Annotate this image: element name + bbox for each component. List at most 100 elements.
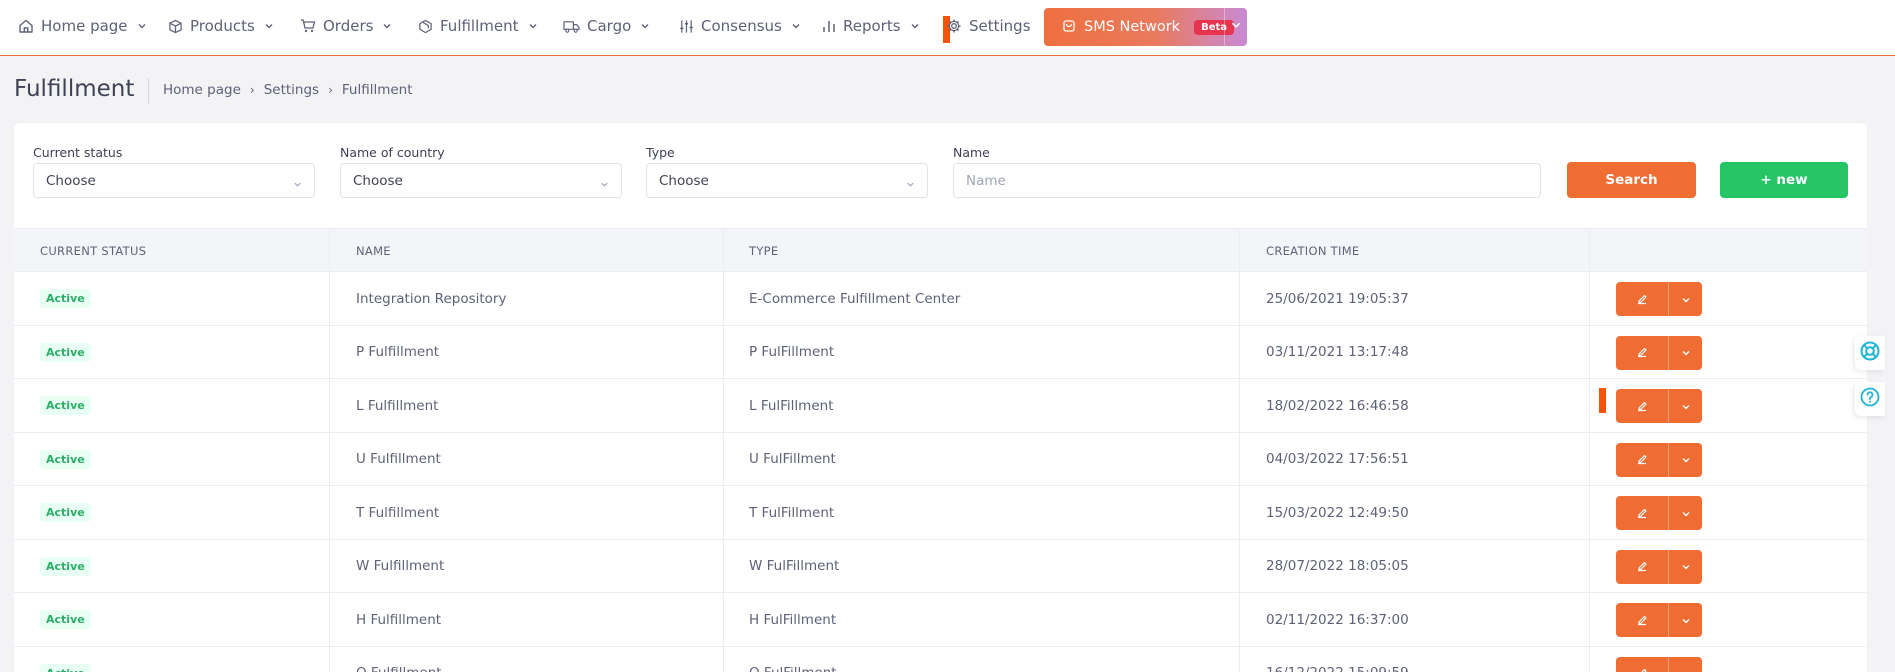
name-input[interactable] bbox=[953, 163, 1541, 198]
status-badge: Active bbox=[40, 663, 91, 672]
sms-network-button[interactable]: SMS Network Beta bbox=[1044, 8, 1247, 46]
breadcrumb-settings[interactable]: Settings bbox=[264, 82, 319, 98]
row-actions bbox=[1616, 496, 1702, 530]
nav-consensus[interactable]: Consensus bbox=[679, 0, 801, 52]
actions-dropdown-button[interactable] bbox=[1668, 549, 1702, 584]
divider bbox=[1224, 8, 1225, 46]
cell-type: H FulFillment bbox=[749, 611, 837, 628]
column-header-name[interactable]: NAME bbox=[356, 229, 391, 273]
select-value: Choose bbox=[353, 172, 403, 189]
table-header: CURRENT STATUS NAME TYPE CREATION TIME bbox=[14, 228, 1867, 272]
column-header-type[interactable]: TYPE bbox=[749, 229, 778, 273]
actions-dropdown-button[interactable] bbox=[1668, 496, 1702, 530]
support-lifebuoy-button[interactable] bbox=[1855, 336, 1885, 370]
cell-name: Integration Repository bbox=[356, 290, 507, 307]
cell-type: E-Commerce Fulfillment Center bbox=[749, 290, 961, 307]
cell-name: U Fulfillment bbox=[356, 451, 441, 468]
edit-button[interactable] bbox=[1616, 496, 1668, 530]
type-select[interactable]: Choose bbox=[646, 163, 928, 198]
nav-label: Home page bbox=[41, 17, 128, 35]
cell-type: U FulFillment bbox=[749, 451, 836, 468]
table-row: Active U Fulfillment U FulFillment 04/03/20… bbox=[14, 432, 1867, 486]
nav-home-page[interactable]: Home page bbox=[18, 0, 147, 52]
actions-dropdown-button[interactable] bbox=[1668, 335, 1702, 370]
status-badge: Active bbox=[40, 342, 91, 362]
beta-badge: Beta bbox=[1194, 19, 1235, 35]
edit-button[interactable] bbox=[1616, 282, 1668, 316]
chevron-right-icon: › bbox=[328, 83, 333, 97]
edit-icon bbox=[1636, 450, 1648, 469]
nav-label: Orders bbox=[323, 17, 374, 35]
country-label: Name of country bbox=[340, 145, 445, 160]
table-row: Active W Fulfillment W FulFillment 28/07/20… bbox=[14, 539, 1867, 593]
chevron-down-icon[interactable] bbox=[1230, 19, 1242, 35]
nav-reports[interactable]: Reports bbox=[822, 0, 920, 52]
edit-button[interactable] bbox=[1616, 442, 1668, 477]
row-actions bbox=[1616, 442, 1702, 477]
edit-button[interactable] bbox=[1616, 549, 1668, 584]
actions-dropdown-button[interactable] bbox=[1668, 656, 1702, 672]
nav-settings[interactable]: Settings bbox=[946, 0, 1031, 52]
current-status-label: Current status bbox=[33, 145, 123, 160]
chevron-down-icon bbox=[1681, 290, 1691, 309]
fulfillment-table: CURRENT STATUS NAME TYPE CREATION TIME A… bbox=[14, 228, 1867, 672]
edit-icon bbox=[1636, 290, 1648, 309]
actions-dropdown-button[interactable] bbox=[1668, 282, 1702, 316]
chevron-down-icon bbox=[293, 177, 302, 193]
table-row: Active T Fulfillment T FulFillment 15/03/20… bbox=[14, 486, 1867, 540]
edit-button[interactable] bbox=[1616, 656, 1668, 672]
cell-type: T FulFillment bbox=[749, 504, 835, 521]
chevron-down-icon bbox=[906, 177, 915, 193]
chevron-down-icon bbox=[791, 21, 801, 31]
cell-creation-time: 16/12/2022 15:09:59 bbox=[1266, 647, 1409, 672]
table-row: Active Integration Repository E-Commerce F… bbox=[14, 272, 1867, 326]
country-select[interactable]: Choose bbox=[340, 163, 622, 198]
nav-cargo[interactable]: Cargo bbox=[563, 0, 650, 52]
column-header-creation-time[interactable]: CREATION TIME bbox=[1266, 229, 1360, 273]
current-status-select[interactable]: Choose bbox=[33, 163, 315, 198]
edit-button[interactable] bbox=[1616, 603, 1668, 637]
row-actions bbox=[1616, 389, 1702, 423]
cell-type: W FulFillment bbox=[749, 558, 840, 575]
table-row: Active P Fulfillment P FulFillment 03/11/20… bbox=[14, 325, 1867, 379]
box-icon bbox=[168, 19, 183, 34]
help-button[interactable] bbox=[1855, 382, 1885, 416]
search-button[interactable]: Search bbox=[1567, 162, 1696, 198]
column-header-status[interactable]: CURRENT STATUS bbox=[40, 229, 146, 273]
new-button[interactable]: + new bbox=[1720, 162, 1848, 198]
nav-label: Consensus bbox=[701, 17, 782, 35]
actions-dropdown-button[interactable] bbox=[1668, 442, 1702, 477]
edit-button[interactable] bbox=[1616, 335, 1668, 370]
nav-orders[interactable]: Orders bbox=[300, 0, 392, 52]
chevron-down-icon bbox=[528, 21, 538, 31]
cell-name: O Fulfillment bbox=[356, 647, 442, 672]
sliders-icon bbox=[679, 19, 694, 34]
breadcrumb: Home page › Settings › Fulfillment bbox=[163, 82, 413, 98]
chevron-down-icon bbox=[1681, 611, 1691, 630]
cell-creation-time: 04/03/2022 17:56:51 bbox=[1266, 451, 1409, 468]
nav-fulfillment[interactable]: Fulfillment bbox=[418, 0, 538, 52]
type-label: Type bbox=[646, 145, 675, 160]
truck-icon bbox=[563, 19, 580, 34]
cell-name: P Fulfillment bbox=[356, 344, 440, 361]
table-row: Active L Fulfillment L FulFillment 18/02/20… bbox=[14, 379, 1867, 433]
selection-marker bbox=[1599, 388, 1606, 413]
chevron-down-icon bbox=[1681, 557, 1691, 576]
actions-dropdown-button[interactable] bbox=[1668, 603, 1702, 637]
nav-products[interactable]: Products bbox=[168, 0, 274, 52]
cell-name: W Fulfillment bbox=[356, 558, 445, 575]
fulfillment-card: Current status Choose Name of country Ch… bbox=[14, 123, 1867, 672]
divider bbox=[148, 78, 149, 104]
select-value: Choose bbox=[659, 172, 709, 189]
nav-label: Reports bbox=[843, 17, 901, 35]
breadcrumb-home[interactable]: Home page bbox=[163, 82, 241, 98]
top-navigation: Home page Products Orders Fulfillment Ca… bbox=[0, 0, 1895, 56]
cell-creation-time: 25/06/2021 19:05:37 bbox=[1266, 290, 1409, 307]
edit-button[interactable] bbox=[1616, 389, 1668, 423]
status-badge: Active bbox=[40, 556, 91, 576]
chevron-down-icon bbox=[910, 21, 920, 31]
gear-icon bbox=[946, 18, 962, 34]
select-value: Choose bbox=[46, 172, 96, 189]
edit-icon bbox=[1636, 343, 1648, 362]
actions-dropdown-button[interactable] bbox=[1668, 389, 1702, 423]
